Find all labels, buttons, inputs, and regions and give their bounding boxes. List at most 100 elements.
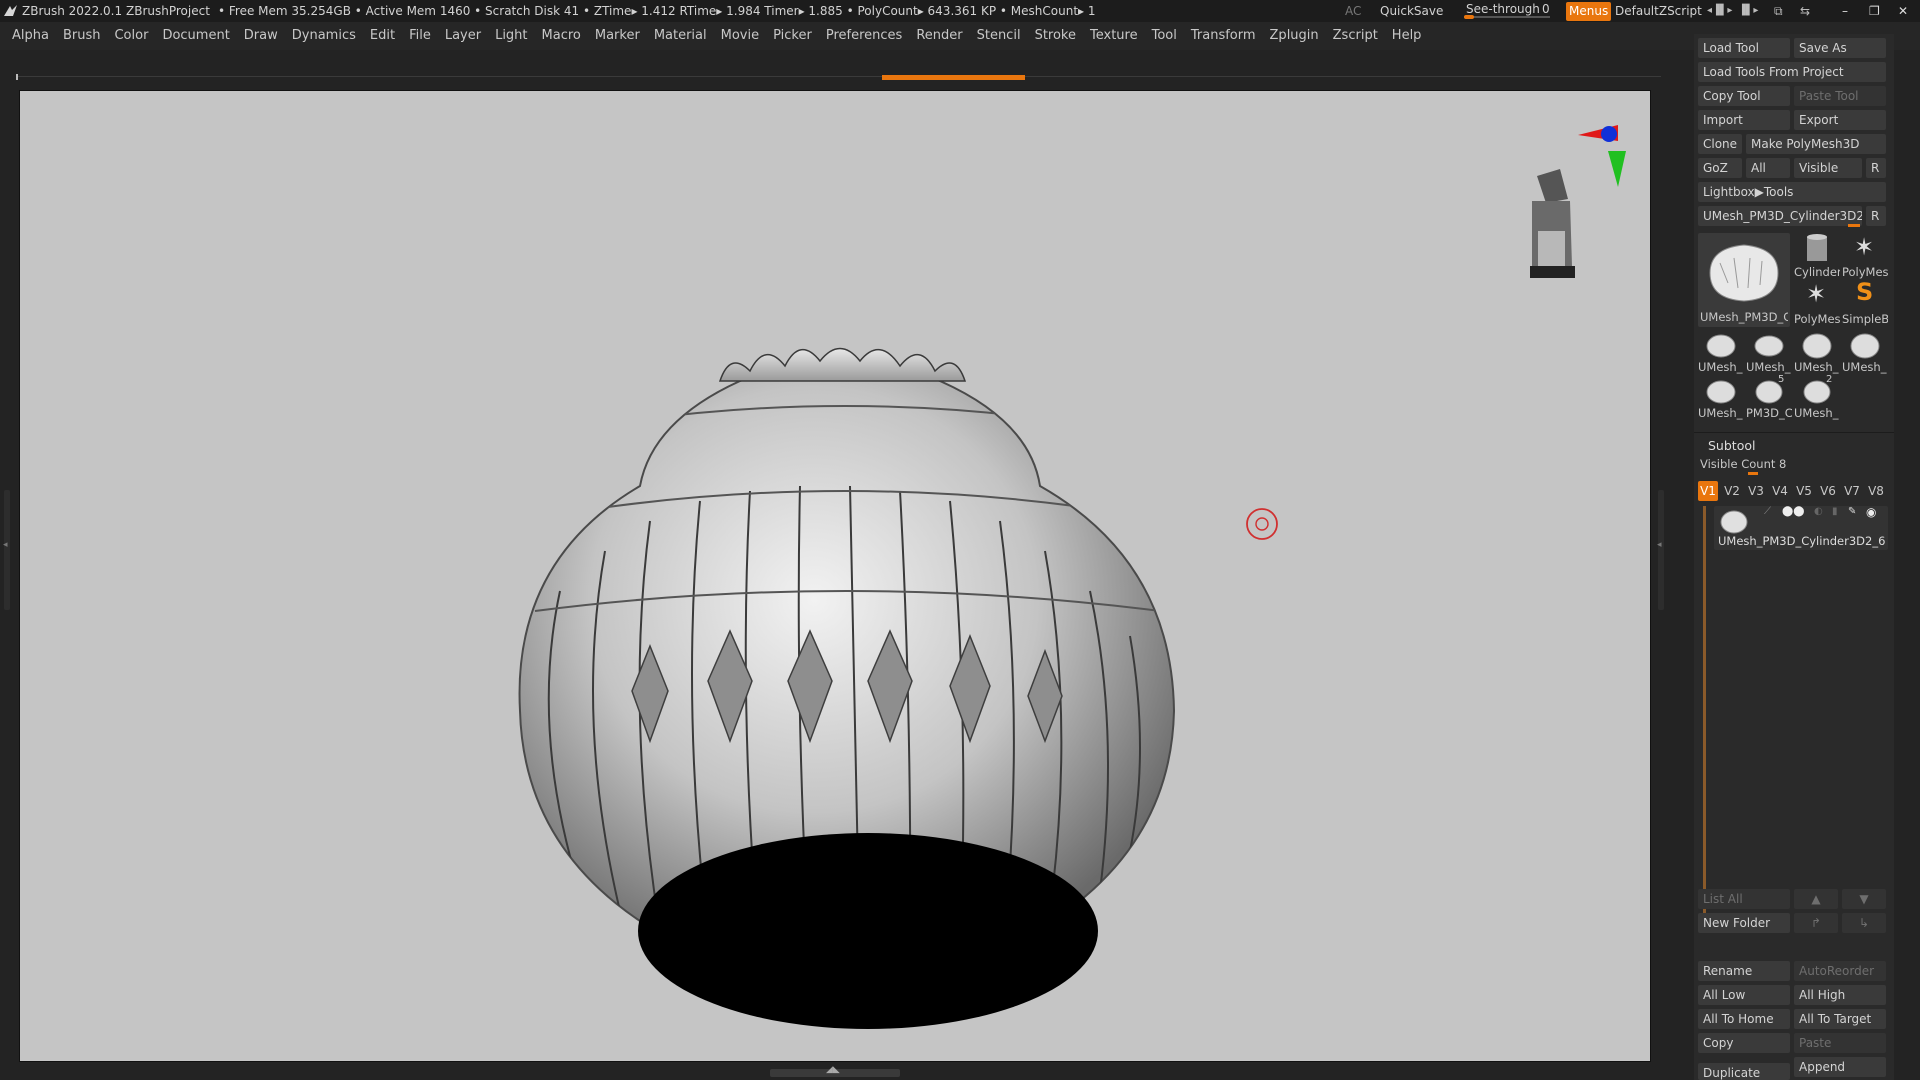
subtool-scrollbar[interactable] bbox=[1703, 506, 1706, 918]
all-high-button[interactable]: All High bbox=[1794, 985, 1886, 1005]
menu-brush[interactable]: Brush bbox=[56, 22, 108, 50]
arrow-up-icon[interactable]: ▲ bbox=[1794, 889, 1838, 909]
paint-brush-icon[interactable]: ✎ bbox=[1848, 506, 1856, 517]
append-button[interactable]: Append bbox=[1794, 1057, 1886, 1077]
tool-thumb-item[interactable]: PM3D_C 5 bbox=[1746, 374, 1792, 420]
layout-toggle-icon[interactable]: ◂▐▌▸ bbox=[1707, 0, 1732, 22]
load-tools-from-project-button[interactable]: Load Tools From Project bbox=[1698, 62, 1886, 82]
left-tray-handle[interactable]: ◂ bbox=[3, 490, 10, 610]
quicksave-button[interactable]: QuickSave bbox=[1380, 0, 1443, 22]
menu-dynamics[interactable]: Dynamics bbox=[285, 22, 363, 50]
current-tool-r-button[interactable]: R bbox=[1866, 206, 1886, 226]
menu-render[interactable]: Render bbox=[909, 22, 969, 50]
menu-layer[interactable]: Layer bbox=[438, 22, 488, 50]
menu-marker[interactable]: Marker bbox=[588, 22, 647, 50]
tool-thumb-polymesh-2[interactable]: ✶ PolyMes bbox=[1794, 280, 1840, 326]
menu-zplugin[interactable]: Zplugin bbox=[1263, 22, 1326, 50]
project-name[interactable]: ZBrushProject bbox=[126, 0, 210, 22]
seethrough-slider[interactable]: See-through 0 bbox=[1460, 0, 1552, 22]
move-down-icon[interactable]: ↳ bbox=[1842, 913, 1886, 933]
subtool-item[interactable]: ⟋ ⬤⬤ ◐ ▮ ✎ ◉ UMesh_PM3D_Cylinder3D2_6 bbox=[1714, 505, 1888, 550]
version-v3[interactable]: V3 bbox=[1746, 481, 1766, 501]
load-tool-button[interactable]: Load Tool bbox=[1698, 38, 1790, 58]
menu-document[interactable]: Document bbox=[155, 22, 236, 50]
menu-preferences[interactable]: Preferences bbox=[819, 22, 909, 50]
menu-help[interactable]: Help bbox=[1385, 22, 1429, 50]
tool-thumb-item[interactable]: UMesh_ 2 bbox=[1794, 374, 1840, 420]
eye-icon[interactable]: ◉ bbox=[1866, 505, 1876, 519]
menu-stroke[interactable]: Stroke bbox=[1028, 22, 1083, 50]
tool-thumb-cylinder[interactable]: Cylinder bbox=[1794, 233, 1840, 279]
default-zscript-button[interactable]: DefaultZScript bbox=[1615, 0, 1702, 22]
menu-draw[interactable]: Draw bbox=[237, 22, 285, 50]
minimize-icon[interactable]: – bbox=[1842, 0, 1848, 22]
duplicate-button[interactable]: Duplicate bbox=[1698, 1063, 1790, 1080]
paste-tool-button[interactable]: Paste Tool bbox=[1794, 86, 1886, 106]
menu-edit[interactable]: Edit bbox=[363, 22, 402, 50]
list-all-button[interactable]: List All bbox=[1698, 889, 1790, 909]
canvas-viewport[interactable] bbox=[19, 90, 1651, 1062]
autoreorder-button[interactable]: AutoReorder bbox=[1794, 961, 1886, 981]
visible-count-slider[interactable]: Visible Count 8 bbox=[1700, 457, 1786, 471]
version-v7[interactable]: V7 bbox=[1842, 481, 1862, 501]
menu-transform[interactable]: Transform bbox=[1184, 22, 1263, 50]
tool-thumb-item[interactable]: UMesh_ bbox=[1842, 330, 1888, 374]
menu-color[interactable]: Color bbox=[107, 22, 155, 50]
menu-stencil[interactable]: Stencil bbox=[970, 22, 1028, 50]
ac-toggle[interactable]: AC bbox=[1345, 0, 1361, 22]
make-polymesh-button[interactable]: Make PolyMesh3D bbox=[1746, 134, 1886, 154]
polygroup-toggle-icon[interactable]: ⬤⬤ bbox=[1782, 506, 1804, 517]
menus-toggle[interactable]: Menus bbox=[1566, 2, 1612, 21]
restore-icon[interactable]: ❐ bbox=[1869, 0, 1880, 22]
goz-visible-button[interactable]: Visible bbox=[1794, 158, 1862, 178]
new-folder-button[interactable]: New Folder bbox=[1698, 913, 1790, 933]
paste-button[interactable]: Paste bbox=[1794, 1033, 1886, 1053]
folder-icon[interactable]: ▮ bbox=[1832, 506, 1838, 517]
menu-movie[interactable]: Movie bbox=[714, 22, 766, 50]
layout-cycle-icon[interactable]: ▐▌▸ bbox=[1738, 0, 1758, 22]
arrow-down-icon[interactable]: ▼ bbox=[1842, 889, 1886, 909]
window-layout-icon[interactable]: ⧉ bbox=[1774, 0, 1783, 22]
menu-alpha[interactable]: Alpha bbox=[0, 22, 56, 50]
tool-thumb-polymesh-1[interactable]: ✶ PolyMes bbox=[1842, 233, 1888, 279]
dynamic-subdiv-icon[interactable]: ◐ bbox=[1814, 506, 1823, 517]
goz-all-button[interactable]: All bbox=[1746, 158, 1790, 178]
menu-material[interactable]: Material bbox=[647, 22, 714, 50]
brush-icon[interactable]: ⟋ bbox=[1764, 506, 1771, 517]
close-icon[interactable]: ✕ bbox=[1898, 0, 1908, 22]
version-v8[interactable]: V8 bbox=[1866, 481, 1886, 501]
copy-tool-button[interactable]: Copy Tool bbox=[1698, 86, 1790, 106]
menu-file[interactable]: File bbox=[402, 22, 438, 50]
tool-thumb-item[interactable]: UMesh_ bbox=[1698, 330, 1744, 374]
import-button[interactable]: Import bbox=[1698, 110, 1790, 130]
window-swap-icon[interactable]: ⇆ bbox=[1800, 0, 1810, 22]
tool-thumb-main[interactable]: UMesh_PM3D_C bbox=[1698, 233, 1790, 327]
version-v6[interactable]: V6 bbox=[1818, 481, 1838, 501]
version-v5[interactable]: V5 bbox=[1794, 481, 1814, 501]
menu-zscript[interactable]: Zscript bbox=[1326, 22, 1385, 50]
tool-thumb-item[interactable]: UMesh_ bbox=[1698, 376, 1744, 420]
move-up-icon[interactable]: ↱ bbox=[1794, 913, 1838, 933]
rename-button[interactable]: Rename bbox=[1698, 961, 1790, 981]
goz-button[interactable]: GoZ bbox=[1698, 158, 1742, 178]
menu-picker[interactable]: Picker bbox=[766, 22, 819, 50]
menu-macro[interactable]: Macro bbox=[535, 22, 588, 50]
menu-texture[interactable]: Texture bbox=[1083, 22, 1145, 50]
all-to-home-button[interactable]: All To Home bbox=[1698, 1009, 1790, 1029]
copy-button[interactable]: Copy bbox=[1698, 1033, 1790, 1053]
menu-light[interactable]: Light bbox=[488, 22, 534, 50]
version-v4[interactable]: V4 bbox=[1770, 481, 1790, 501]
goz-r-button[interactable]: R bbox=[1866, 158, 1886, 178]
version-v1[interactable]: V1 bbox=[1698, 481, 1718, 501]
subtool-header[interactable]: Subtool bbox=[1708, 438, 1755, 453]
export-button[interactable]: Export bbox=[1794, 110, 1886, 130]
right-tray-handle[interactable]: ◂ bbox=[1657, 490, 1664, 610]
bottom-tray-handle[interactable]: ◢◣ bbox=[770, 1065, 900, 1077]
menu-tool[interactable]: Tool bbox=[1145, 22, 1184, 50]
tool-thumb-item[interactable]: UMesh_ bbox=[1794, 330, 1840, 374]
sculpt-model[interactable] bbox=[20, 91, 1651, 1062]
all-to-target-button[interactable]: All To Target bbox=[1794, 1009, 1886, 1029]
current-tool-slider[interactable]: UMesh_PM3D_Cylinder3D2_6 bbox=[1698, 206, 1862, 226]
tool-thumb-item[interactable]: UMesh_ bbox=[1746, 330, 1792, 374]
all-low-button[interactable]: All Low bbox=[1698, 985, 1790, 1005]
